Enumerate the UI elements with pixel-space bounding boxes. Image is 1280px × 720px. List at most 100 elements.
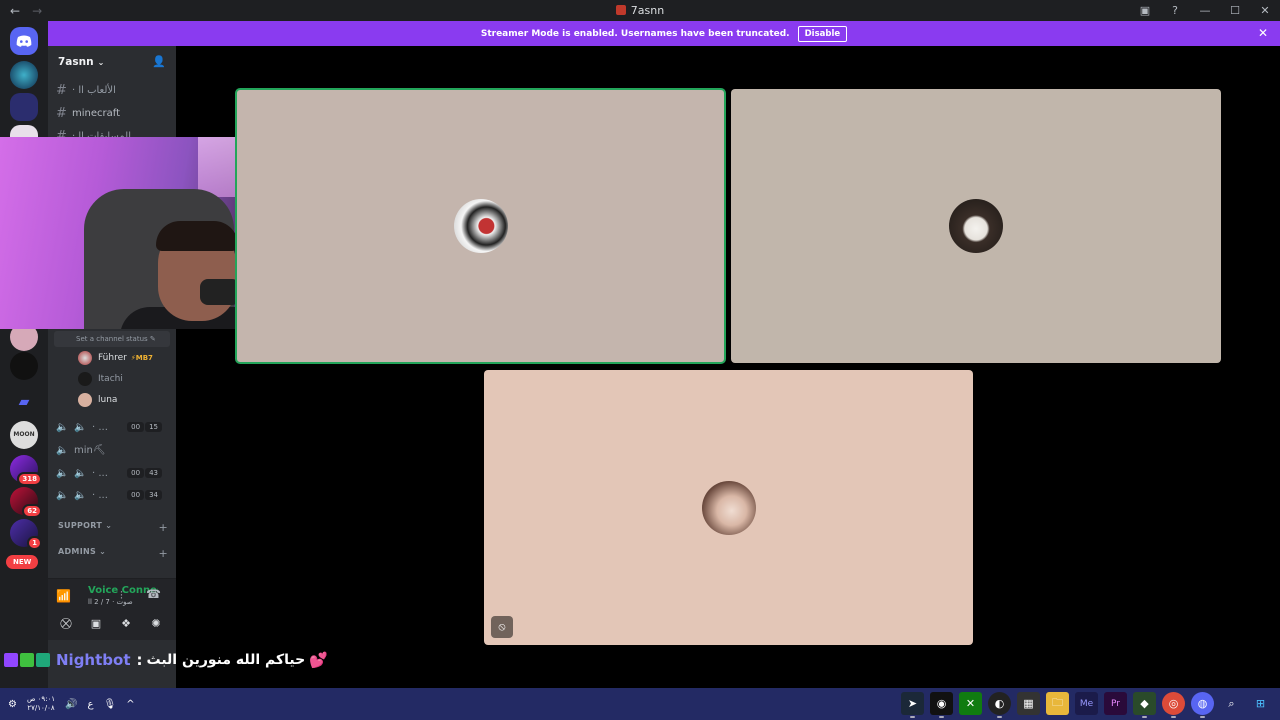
- text-channel-minecraft[interactable]: # minecraft: [56, 103, 170, 123]
- category-label: ADMINS ⌄: [58, 547, 107, 556]
- add-member-icon[interactable]: 👤: [152, 55, 166, 68]
- banner-close-icon[interactable]: ✕: [1258, 26, 1268, 40]
- voice-user-fuhrer[interactable]: Führer ⚡MB7: [78, 349, 153, 367]
- bot-badge-icon: [36, 653, 50, 667]
- channel-label: minecraft: [72, 107, 121, 119]
- mention-badge: 62: [22, 504, 42, 518]
- system-tray: ⚙ ٠٩:٠١ ص ٢٧/١٠/٠٨ 🔊 ع 🎙 ^: [8, 688, 135, 720]
- app-icon[interactable]: ▦: [1017, 692, 1040, 715]
- hash-icon: #: [56, 105, 67, 121]
- server-rail: ▰ MOON 318 62 1 NEW: [0, 21, 48, 688]
- forward-arrow-icon[interactable]: →: [32, 4, 42, 18]
- language-indicator[interactable]: ع: [88, 699, 94, 710]
- file-explorer-icon[interactable]: 🗀: [1046, 692, 1069, 715]
- avatar: [78, 351, 92, 365]
- disable-button[interactable]: Disable: [797, 25, 848, 42]
- user-count: 00 43: [127, 468, 162, 478]
- screen-share-icon[interactable]: ▣: [84, 617, 108, 635]
- clock-time: ٠٩:٠١ ص: [26, 695, 56, 703]
- speaker-icon: 🔈: [56, 489, 69, 501]
- app-icon[interactable]: ◆: [1133, 692, 1156, 718]
- voice-channel-2[interactable]: 🔈 🔈 · ... 00 43: [56, 463, 170, 483]
- category-support[interactable]: SUPPORT ⌄ +: [58, 521, 168, 534]
- category-label: SUPPORT ⌄: [58, 521, 113, 530]
- folder-icon[interactable]: ▰: [10, 388, 38, 416]
- voice-channel-min[interactable]: 🔈 min⛏: [56, 440, 170, 460]
- add-channel-icon[interactable]: +: [158, 547, 168, 560]
- microphone-tray-icon[interactable]: 🎙: [104, 699, 117, 710]
- text-channel-games[interactable]: # · الألعاب اا: [56, 80, 170, 100]
- voice-user-luna[interactable]: luna ⦸: [78, 391, 176, 409]
- xbox-icon[interactable]: ✕: [959, 692, 982, 715]
- maximize-icon[interactable]: ☐: [1220, 4, 1250, 17]
- user-tag: ⚡MB7: [130, 354, 153, 362]
- title-bar: ← → 7asnn ▣ ? — ☐ ✕: [0, 0, 1280, 21]
- steam-icon[interactable]: ➤: [901, 692, 924, 718]
- premiere-icon[interactable]: Pr: [1104, 692, 1127, 715]
- media-encoder-icon[interactable]: Me: [1075, 692, 1098, 715]
- server-icon-7[interactable]: 62: [10, 487, 42, 518]
- video-tile-2[interactable]: [731, 89, 1221, 363]
- speaker-icon: 🔈: [56, 467, 69, 479]
- voice-channel-name[interactable]: صوت · 7 / 2 اا: [88, 598, 133, 606]
- video-tile-1[interactable]: [235, 88, 726, 364]
- chrome-icon[interactable]: ◎: [1162, 692, 1185, 718]
- server-name: 7asnn: [58, 56, 94, 68]
- voice-connected-panel: 📶 Voice Connected صوت · 7 / 2 اا ⫶ ☎ ⛒ ▣…: [48, 578, 176, 640]
- server-header[interactable]: 7asnn ⌄ 👤: [48, 46, 176, 78]
- discord-home-icon[interactable]: [10, 27, 38, 55]
- help-icon[interactable]: ?: [1160, 4, 1190, 17]
- user-name: luna: [98, 395, 118, 405]
- user-count: 00 34: [127, 490, 162, 500]
- user-name: Itachi: [98, 374, 123, 384]
- server-icon-2[interactable]: [10, 93, 38, 121]
- category-admins[interactable]: ADMINS ⌄ +: [58, 547, 168, 560]
- twitch-icon: [4, 653, 18, 667]
- windows-start-icon[interactable]: ⊞: [1249, 692, 1272, 715]
- camera-off-icon[interactable]: ⛒: [54, 617, 78, 635]
- disconnect-icon[interactable]: ☎: [146, 587, 161, 601]
- voice-channel-3[interactable]: 🔈 🔈 · ... 00 34: [56, 485, 170, 505]
- banner-text: Streamer Mode is enabled. Usernames have…: [480, 28, 790, 39]
- speaker-icon: 🔈: [56, 421, 69, 433]
- signal-icon[interactable]: 📶: [56, 589, 71, 603]
- add-channel-icon[interactable]: +: [158, 521, 168, 534]
- channel-status-input[interactable]: Set a channel status ✎: [54, 331, 170, 347]
- discord-icon[interactable]: ◍: [1191, 692, 1214, 718]
- noise-suppression-icon[interactable]: ⫶: [120, 589, 123, 603]
- activities-icon[interactable]: ❖: [114, 617, 138, 635]
- participant-avatar: [949, 199, 1003, 253]
- channel-label: min⛏: [74, 444, 106, 456]
- server-icon-5[interactable]: [10, 352, 38, 380]
- volume-icon[interactable]: 🔊: [65, 699, 77, 710]
- app-icon[interactable]: ◉: [930, 692, 953, 718]
- server-icon-6[interactable]: 318: [10, 455, 42, 486]
- search-icon[interactable]: ⌕: [1220, 692, 1243, 715]
- voice-user-itachi[interactable]: Itachi: [78, 370, 123, 388]
- server-icon-1[interactable]: [10, 61, 38, 89]
- discord-window: ← → 7asnn ▣ ? — ☐ ✕ ▰ MOON 318 62 1 NEW …: [0, 0, 1280, 720]
- user-name: Führer: [98, 353, 127, 363]
- settings-icon[interactable]: ⚙: [8, 699, 17, 710]
- history-nav: ← →: [0, 4, 42, 18]
- app-icon[interactable]: ◐: [988, 692, 1011, 718]
- new-servers-pill[interactable]: NEW: [6, 555, 39, 569]
- server-icon-8[interactable]: 1: [10, 519, 42, 550]
- video-tile-3[interactable]: ⦸: [484, 370, 973, 645]
- minimize-icon[interactable]: —: [1190, 4, 1220, 17]
- soundboard-icon[interactable]: ✺: [144, 617, 168, 635]
- speaker-icon: 🔈: [74, 489, 87, 501]
- close-window-icon[interactable]: ✕: [1250, 4, 1280, 17]
- show-hidden-icons-icon[interactable]: ^: [126, 699, 134, 710]
- clock[interactable]: ٠٩:٠١ ص ٢٧/١٠/٠٨: [27, 695, 55, 713]
- speaker-icon: 🔈: [74, 421, 87, 433]
- inbox-icon[interactable]: ▣: [1130, 4, 1160, 17]
- back-arrow-icon[interactable]: ←: [10, 4, 20, 18]
- heart-icon: 💕: [309, 651, 328, 669]
- chat-username: Nightbot: [56, 651, 131, 669]
- voice-channel-1[interactable]: 🔈 🔈 · ... 00 15: [56, 417, 170, 437]
- window-controls: ▣ ? — ☐ ✕: [1130, 0, 1280, 21]
- server-icon-moon[interactable]: MOON: [10, 421, 38, 449]
- channel-label: · ...: [92, 467, 108, 479]
- mention-badge: 318: [17, 472, 42, 486]
